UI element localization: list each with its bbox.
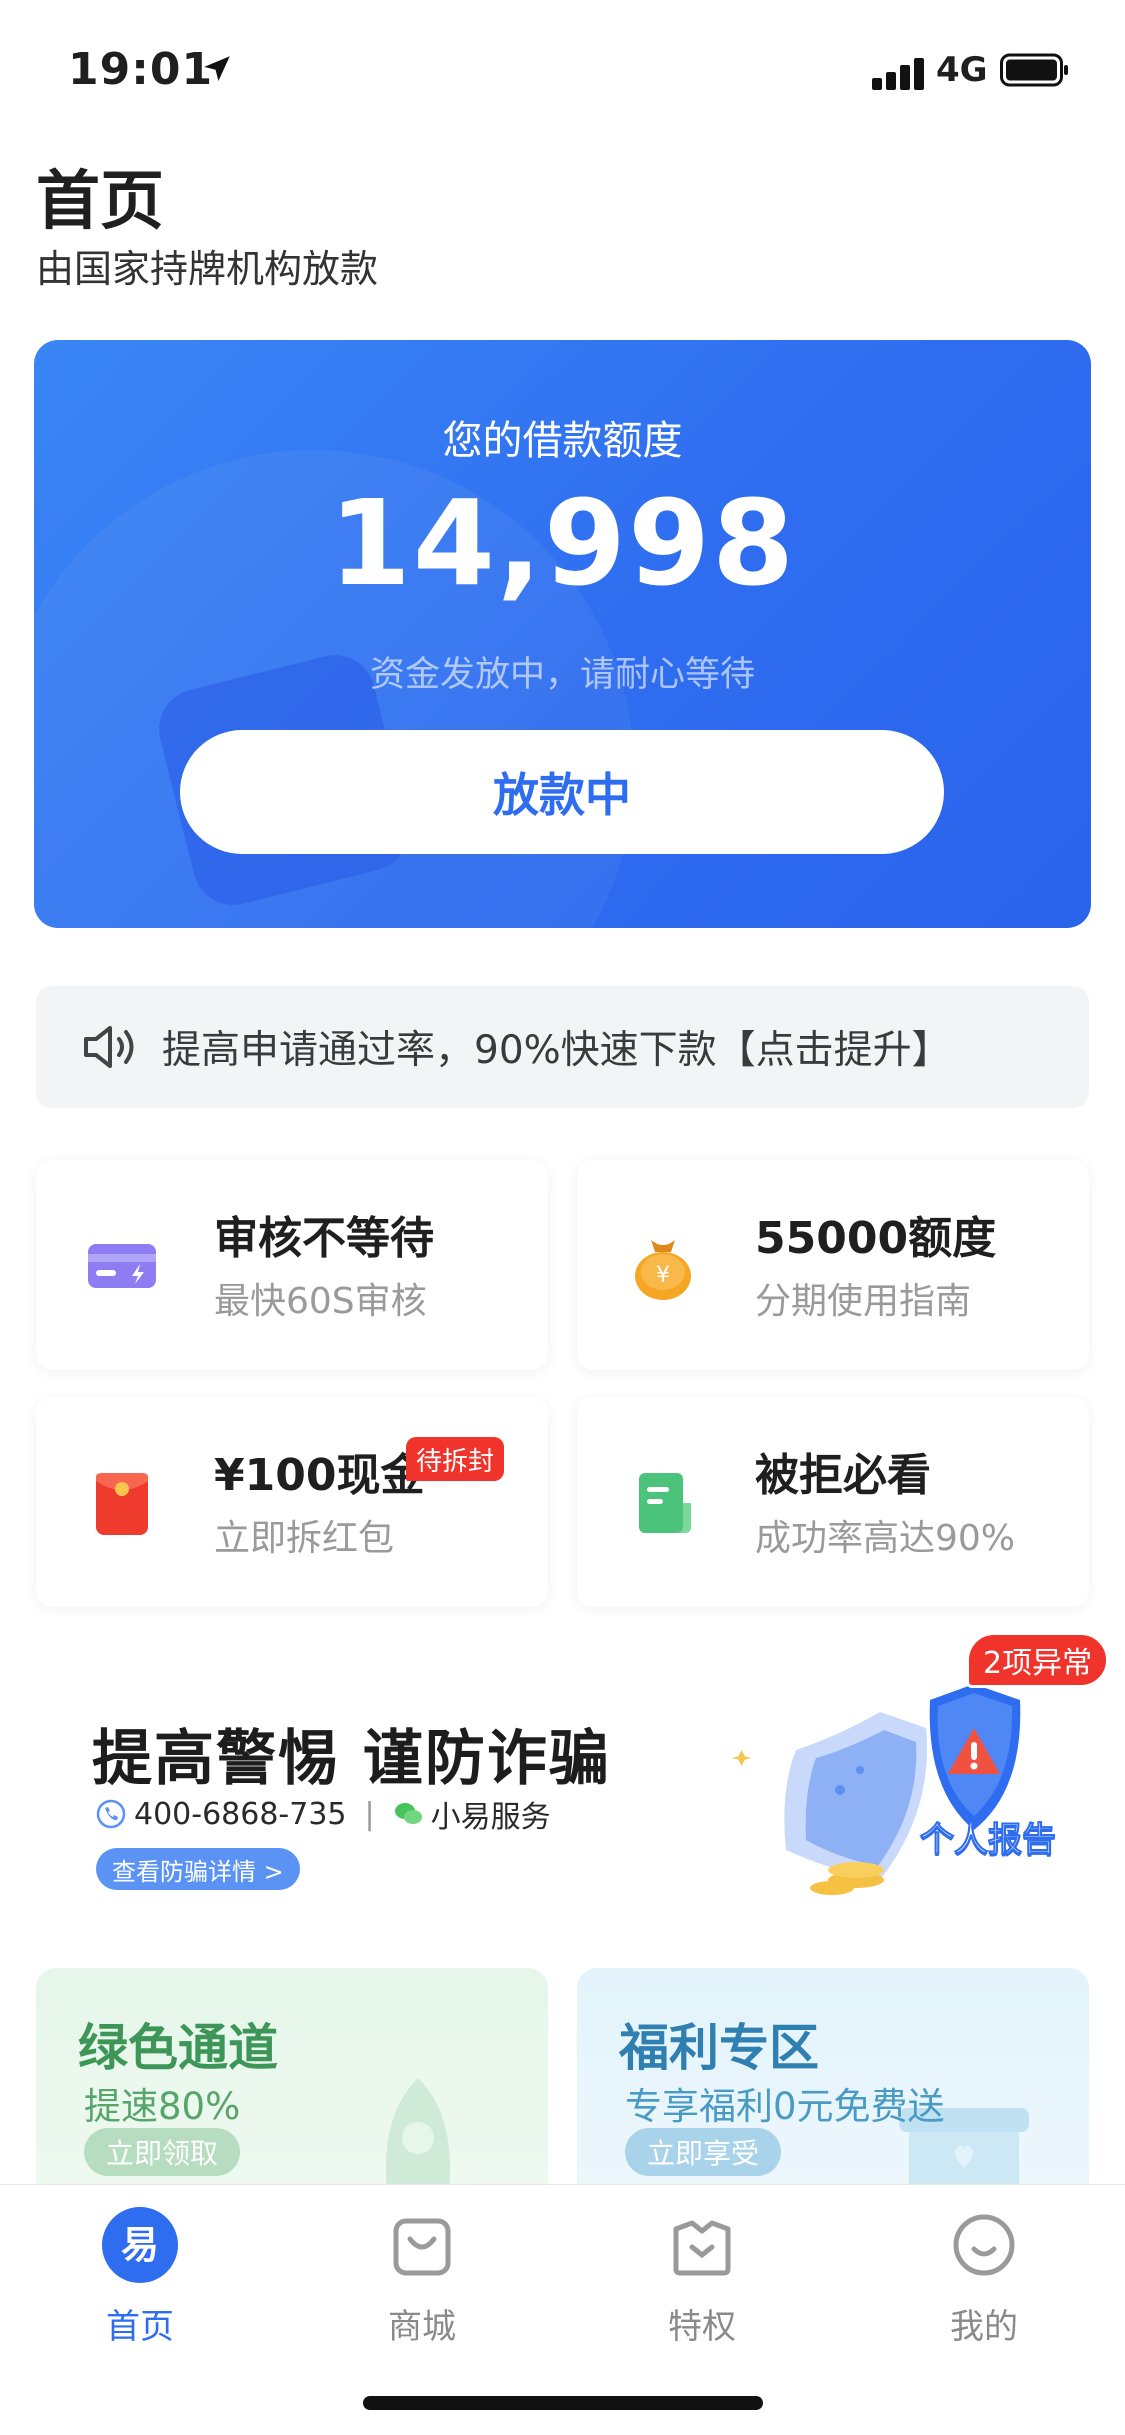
welfare-zone-card[interactable]: 福利专区 专享福利0元免费送 立即享受 bbox=[577, 1968, 1089, 2188]
service-name: 小易服务 bbox=[430, 1800, 551, 1835]
personal-report-label[interactable]: 个人报告 bbox=[920, 1812, 1057, 1861]
feature-card-credit-guide[interactable]: ¥ 55000额度 分期使用指南 bbox=[577, 1160, 1089, 1370]
anti-fraud-banner[interactable]: 提高警惕 谨防诈骗 400-6868-735 | 小易服务 查看防骗详情 > 2… bbox=[0, 1620, 1125, 1920]
phone-icon bbox=[96, 1799, 126, 1829]
feature-subtitle: 最快60S审核 bbox=[214, 1281, 427, 1322]
location-arrow-icon bbox=[204, 56, 230, 82]
tab-label: 我的 bbox=[950, 2307, 1018, 2347]
home-indicator[interactable] bbox=[363, 2396, 763, 2410]
document-icon bbox=[639, 1473, 691, 1533]
green-channel-card[interactable]: 绿色通道 提速80% 立即领取 bbox=[36, 1968, 548, 2188]
red-envelope-icon bbox=[96, 1473, 148, 1535]
feature-subtitle: 成功率高达90% bbox=[755, 1518, 1016, 1559]
tab-mine[interactable]: 我的 bbox=[884, 2203, 1084, 2353]
promo-subtitle: 提速80% bbox=[84, 2085, 241, 2128]
feature-card-rejected-guide[interactable]: 被拒必看 成功率高达90% bbox=[577, 1397, 1089, 1607]
credit-limit-amount: 14,998 bbox=[328, 474, 797, 612]
disbursing-button[interactable]: 放款中 bbox=[180, 730, 944, 854]
home-logo-icon: 易 bbox=[102, 2207, 178, 2283]
svg-text:¥: ¥ bbox=[656, 1263, 670, 1288]
contact-separator: | bbox=[364, 1796, 375, 1832]
tab-label: 首页 bbox=[106, 2307, 174, 2347]
unopened-badge: 待拆封 bbox=[406, 1437, 505, 1481]
feature-card-fast-review[interactable]: 审核不等待 最快60S审核 bbox=[36, 1160, 548, 1370]
feature-subtitle: 分期使用指南 bbox=[755, 1281, 972, 1322]
feature-title: 审核不等待 bbox=[214, 1213, 434, 1264]
tab-mall[interactable]: 商城 bbox=[322, 2203, 522, 2353]
battery-icon bbox=[1000, 53, 1068, 87]
page-title: 首页 bbox=[36, 165, 164, 239]
promo-title: 绿色通道 bbox=[78, 2019, 278, 2077]
money-bag-icon: ¥ bbox=[635, 1240, 691, 1300]
feature-card-cash-envelope[interactable]: ¥100现金 待拆封 立即拆红包 bbox=[36, 1397, 548, 1607]
feature-title: 55000额度 bbox=[755, 1213, 997, 1264]
feature-title: 被拒必看 bbox=[755, 1450, 931, 1501]
promo-title: 福利专区 bbox=[619, 2019, 819, 2077]
smiley-icon bbox=[953, 2214, 1015, 2276]
claim-now-button[interactable]: 立即领取 bbox=[84, 2128, 241, 2176]
tab-home[interactable]: 易 首页 bbox=[40, 2203, 240, 2353]
fraud-details-link[interactable]: 查看防骗详情 > bbox=[96, 1848, 300, 1890]
feature-title: ¥100现金 bbox=[214, 1450, 425, 1501]
speaker-icon bbox=[84, 1026, 134, 1068]
tab-privilege[interactable]: 特权 bbox=[602, 2203, 802, 2353]
status-time: 19:01 bbox=[68, 44, 214, 95]
status-bar: 19:01 4G bbox=[0, 0, 1125, 140]
privilege-icon bbox=[673, 2220, 731, 2276]
enjoy-now-button[interactable]: 立即享受 bbox=[625, 2128, 782, 2176]
network-type: 4G bbox=[936, 50, 988, 90]
page-subtitle: 由国家持牌机构放款 bbox=[36, 247, 379, 291]
hotline-number: 400-6868-735 bbox=[134, 1796, 347, 1832]
card-icon bbox=[88, 1244, 156, 1288]
banner-title: 提高警惕 谨防诈骗 bbox=[92, 1724, 611, 1794]
tab-label: 特权 bbox=[668, 2307, 736, 2347]
anomaly-count-badge: 2项异常 bbox=[966, 1632, 1110, 1688]
wechat-icon bbox=[394, 1803, 422, 1824]
disbursement-note: 资金发放中，请耐心等待 bbox=[369, 655, 755, 695]
notice-bar[interactable]: 提高申请通过率，90%快速下款【点击提升】 bbox=[36, 986, 1089, 1108]
shopping-bag-icon bbox=[393, 2218, 451, 2276]
notice-text: 提高申请通过率，90%快速下款【点击提升】 bbox=[162, 1028, 951, 1073]
tab-label: 商城 bbox=[388, 2307, 456, 2347]
credit-limit-label: 您的借款额度 bbox=[442, 418, 683, 464]
credit-limit-card: 您的借款额度 14,998 资金发放中，请耐心等待 放款中 bbox=[34, 340, 1091, 928]
rocket-icon bbox=[386, 2078, 450, 2188]
svg-text:易: 易 bbox=[121, 2223, 159, 2267]
feature-subtitle: 立即拆红包 bbox=[214, 1518, 395, 1559]
cellular-signal-icon bbox=[872, 56, 928, 90]
promo-subtitle: 专享福利0元免费送 bbox=[625, 2085, 945, 2128]
banner-contact: 400-6868-735 | 小易服务 bbox=[96, 1792, 551, 1836]
